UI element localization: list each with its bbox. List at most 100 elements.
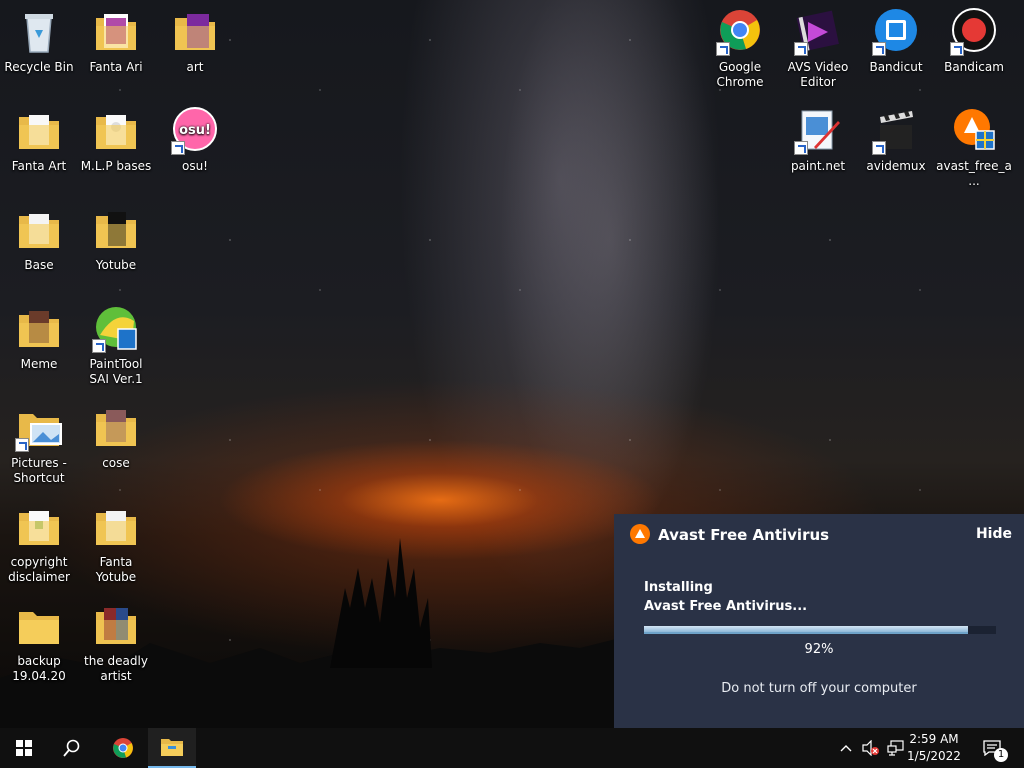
icon-label: Meme xyxy=(20,357,58,371)
folder-icon xyxy=(15,305,63,353)
icon-label: avidemux xyxy=(866,159,926,173)
install-status: Installing xyxy=(644,580,713,595)
icon-label: Yotube xyxy=(95,258,137,272)
desktop-icon-mlp-bases[interactable]: M.L.P bases xyxy=(78,107,154,174)
chrome-icon xyxy=(716,8,764,56)
desktop-icon-the-deadly-artist[interactable]: the deadly artist xyxy=(78,602,154,684)
bandicut-icon xyxy=(872,8,920,56)
notification-count-badge: 1 xyxy=(994,748,1008,762)
shortcut-arrow-icon xyxy=(872,42,886,56)
file-explorer-icon xyxy=(161,739,183,756)
recycle-bin-icon xyxy=(15,8,63,56)
icon-label: Bandicut xyxy=(869,60,923,74)
desktop-icon-bandicut[interactable]: Bandicut xyxy=(858,8,934,75)
desktop-icon-bandicam[interactable]: Bandicam xyxy=(936,8,1012,75)
folder-icon xyxy=(171,8,219,56)
desktop-icon-fanta-ari[interactable]: Fanta Ari xyxy=(78,8,154,75)
desktop-icon-yotube[interactable]: Yotube xyxy=(78,206,154,273)
paint-net-icon xyxy=(794,107,842,155)
icon-label: Fanta Art xyxy=(11,159,67,173)
folder-icon xyxy=(15,602,63,650)
install-product: Avast Free Antivirus... xyxy=(644,599,808,614)
taskbar-file-explorer[interactable] xyxy=(148,728,196,768)
icon-label: art xyxy=(186,60,204,74)
icon-label: AVS Video Editor xyxy=(787,60,849,89)
desktop-icon-pictures-shortcut[interactable]: Pictures - Shortcut xyxy=(1,404,77,486)
folder-icon xyxy=(15,503,63,551)
hide-button[interactable]: Hide xyxy=(976,526,1012,542)
desktop-icon-avast-installer[interactable]: avast_free_a... xyxy=(936,107,1012,189)
shortcut-arrow-icon xyxy=(716,42,730,56)
avast-install-panel: Avast Free Antivirus Hide Installing Ava… xyxy=(614,514,1024,728)
folder-icon xyxy=(92,107,140,155)
desktop-icon-osu[interactable]: osu! osu! xyxy=(157,107,233,174)
desktop-icon-paint-net[interactable]: paint.net xyxy=(780,107,856,174)
taskbar: 2:59 AM 1/5/2022 1 xyxy=(0,728,1024,768)
shortcut-arrow-icon xyxy=(794,141,808,155)
shortcut-arrow-icon xyxy=(15,438,29,452)
icon-label: paint.net xyxy=(790,159,846,173)
osu-icon: osu! xyxy=(171,107,219,155)
shortcut-arrow-icon xyxy=(794,42,808,56)
folder-icon xyxy=(92,602,140,650)
icon-label: Google Chrome xyxy=(716,60,764,89)
icon-label: Bandicam xyxy=(944,60,1004,74)
chrome-icon xyxy=(113,738,133,758)
install-progress-fill xyxy=(644,626,968,634)
search-icon xyxy=(63,739,80,757)
icon-label: Fanta Yotube xyxy=(95,555,137,584)
desktop-icon-avs-video-editor[interactable]: AVS Video Editor xyxy=(780,8,856,90)
icon-label: Fanta Ari xyxy=(89,60,143,74)
clock-date: 1/5/2022 xyxy=(907,749,961,763)
search-button[interactable] xyxy=(48,728,96,768)
icon-label: avast_free_a... xyxy=(936,159,1012,188)
taskbar-chrome[interactable] xyxy=(99,728,147,768)
show-hidden-icons-chevron-up-icon[interactable] xyxy=(836,738,856,758)
folder-icon xyxy=(92,8,140,56)
icon-label: the deadly artist xyxy=(84,654,148,683)
shortcut-arrow-icon xyxy=(950,42,964,56)
desktop-icon-google-chrome[interactable]: Google Chrome xyxy=(702,8,778,90)
avast-title: Avast Free Antivirus xyxy=(658,526,830,544)
icon-label: M.L.P bases xyxy=(80,159,152,173)
desktop-icon-meme[interactable]: Meme xyxy=(1,305,77,372)
install-warning: Do not turn off your computer xyxy=(721,681,917,696)
start-button[interactable] xyxy=(0,728,48,768)
install-percent: 92% xyxy=(804,642,834,657)
icon-label: Recycle Bin xyxy=(4,60,74,74)
folder-shortcut-icon xyxy=(15,404,63,452)
desktop-icon-fanta-art[interactable]: Fanta Art xyxy=(1,107,77,174)
folder-icon xyxy=(92,404,140,452)
folder-icon xyxy=(15,107,63,155)
folder-icon xyxy=(92,503,140,551)
volume-muted-icon[interactable] xyxy=(860,738,880,758)
desktop-icon-base[interactable]: Base xyxy=(1,206,77,273)
desktop-icon-avidemux[interactable]: avidemux xyxy=(858,107,934,174)
windows-logo-icon xyxy=(16,740,32,756)
desktop-icon-cose[interactable]: cose xyxy=(78,404,154,471)
icon-label: cose xyxy=(102,456,130,470)
avast-logo-icon xyxy=(630,524,650,544)
desktop-icon-fanta-yotube[interactable]: Fanta Yotube xyxy=(78,503,154,585)
clock-time: 2:59 AM xyxy=(909,732,959,746)
folder-icon xyxy=(15,206,63,254)
taskbar-clock[interactable]: 2:59 AM 1/5/2022 xyxy=(896,731,972,765)
desktop-icon-art[interactable]: art xyxy=(157,8,233,75)
avast-installer-icon xyxy=(950,107,998,155)
osu-badge-text: osu! xyxy=(179,123,211,138)
icon-label: PaintTool SAI Ver.1 xyxy=(89,357,143,386)
shortcut-arrow-icon xyxy=(872,141,886,155)
folder-icon xyxy=(92,206,140,254)
shortcut-arrow-icon xyxy=(92,339,106,353)
install-progress-bar xyxy=(644,626,996,634)
desktop-icon-backup[interactable]: backup 19.04.20 xyxy=(1,602,77,684)
desktop-icon-recycle-bin[interactable]: Recycle Bin xyxy=(1,8,77,75)
icon-label: Base xyxy=(24,258,54,272)
bandicam-icon xyxy=(950,8,998,56)
avs-video-editor-icon xyxy=(794,8,842,56)
icon-label: backup 19.04.20 xyxy=(12,654,66,683)
desktop-icon-painttool-sai[interactable]: PaintTool SAI Ver.1 xyxy=(78,305,154,387)
icon-label: osu! xyxy=(181,159,208,173)
icon-label: copyright disclaimer xyxy=(8,555,70,584)
desktop-icon-copyright-disclaimer[interactable]: copyright disclaimer xyxy=(1,503,77,585)
